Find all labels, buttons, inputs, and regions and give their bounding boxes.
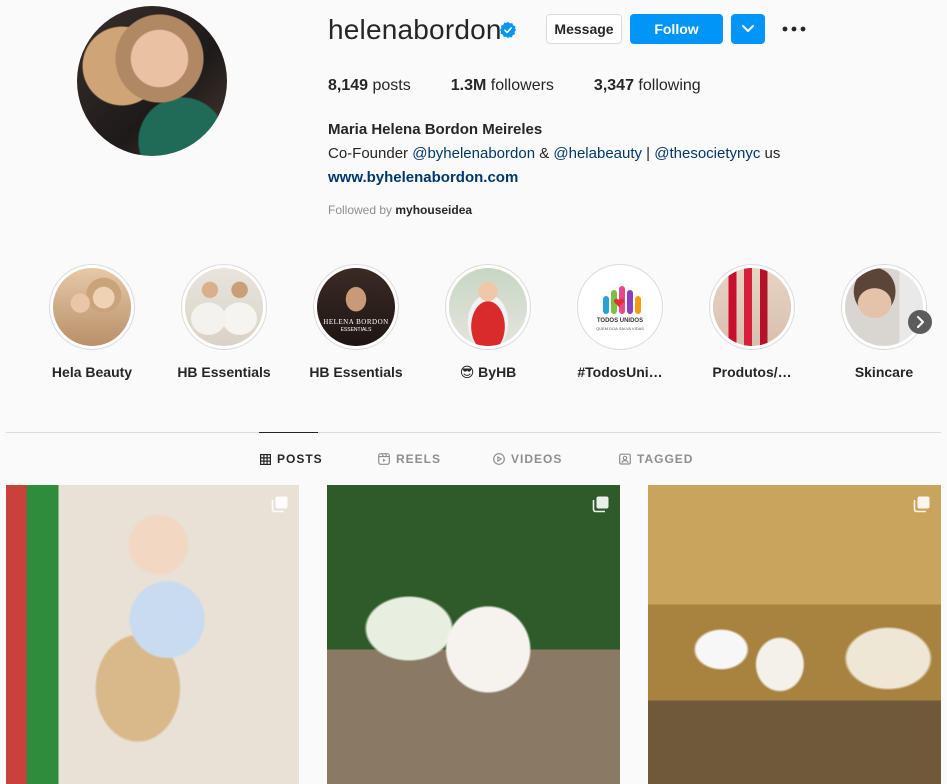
highlight-label: Produtos/… (712, 364, 792, 380)
profile-avatar[interactable] (77, 6, 227, 156)
carousel-icon (271, 496, 288, 513)
highlight-label: HB Essentials (177, 364, 271, 380)
highlight-cover (845, 268, 923, 346)
highlight-label: #TodosUni… (577, 364, 663, 380)
posts-count: 8,149 (328, 77, 369, 94)
highlight-ring (709, 264, 795, 350)
verified-badge-icon (499, 21, 517, 39)
more-options-icon (782, 26, 806, 32)
chevron-right-icon (917, 316, 924, 328)
tab-tagged[interactable]: TAGGED (619, 452, 693, 466)
tab-reels[interactable]: REELS (378, 452, 441, 466)
bio-separator: & (535, 145, 554, 162)
bio-mention-thesocietynyc[interactable]: @thesocietynyc (654, 145, 760, 162)
bio-separator: | (642, 145, 655, 162)
highlight-byhb[interactable]: 😎 ByHB (428, 264, 548, 381)
highlight-todos-unidos[interactable]: TODOS UNIDOS QUEM DOA SALVA VIDAS #Todos… (560, 264, 680, 380)
play-circle-icon (493, 453, 505, 465)
reels-icon (378, 453, 390, 465)
highlight-cover-brand-subtext: ESSENTIALS (340, 327, 372, 333)
highlight-hela-beauty[interactable]: Hela Beauty (32, 264, 152, 380)
highlight-cover-brand-text: HELENA BORDON (323, 318, 389, 326)
posts-label: posts (372, 77, 411, 94)
followers-label: followers (490, 77, 554, 94)
highlight-label: 😎 ByHB (459, 364, 517, 380)
highlight-label: Skincare (854, 364, 914, 380)
following-stat[interactable]: 3,347 following (594, 77, 701, 95)
highlight-cover (53, 268, 131, 346)
profile-stats: 8,149 posts 1.3M followers 3,347 followi… (328, 77, 741, 95)
highlight-ring (445, 264, 531, 350)
grid-icon (260, 453, 271, 465)
tab-label: VIDEOS (511, 452, 563, 466)
highlight-label: Hela Beauty (51, 364, 133, 380)
highlight-cover: TODOS UNIDOS QUEM DOA SALVA VIDAS (581, 268, 659, 346)
highlight-cover (449, 268, 527, 346)
posts-stat: 8,149 posts (328, 77, 411, 95)
highlight-ring: TODOS UNIDOS QUEM DOA SALVA VIDAS (577, 264, 663, 350)
follow-button[interactable]: Follow (630, 14, 723, 44)
tab-posts[interactable]: POSTS (260, 452, 323, 466)
highlight-cover-campaign-subtext: QUEM DOA SALVA VIDAS (596, 326, 644, 331)
bio-mention-helabeauty[interactable]: @helabeauty (553, 145, 642, 162)
bio-prefix: Co-Founder (328, 145, 413, 162)
tab-videos[interactable]: VIDEOS (493, 452, 562, 466)
highlight-produtos[interactable]: Produtos/… (692, 264, 812, 380)
hands-logo-icon (603, 286, 641, 314)
post-thumbnail[interactable] (327, 485, 620, 784)
message-button[interactable]: Message (546, 14, 622, 44)
profile-bio: Co-Founder @byhelenabordon & @helabeauty… (328, 145, 780, 162)
highlight-hb-essentials[interactable]: HB Essentials (164, 264, 284, 380)
highlight-ring (49, 264, 135, 350)
carousel-icon (913, 496, 930, 513)
tab-label: POSTS (277, 452, 323, 466)
followers-count: 1.3M (450, 77, 487, 94)
highlight-ring (181, 264, 267, 350)
highlight-hb-essentials-2[interactable]: HELENA BORDON ESSENTIALS HB Essentials (296, 264, 416, 380)
post-thumbnail[interactable] (6, 485, 299, 784)
highlight-cover: HELENA BORDON ESSENTIALS (317, 268, 395, 346)
suggested-dropdown-button[interactable] (731, 14, 765, 44)
tagged-user-icon (619, 453, 631, 465)
tabs-divider (6, 432, 941, 433)
bio-suffix: us (760, 145, 781, 162)
highlight-ring: HELENA BORDON ESSENTIALS (313, 264, 399, 350)
profile-full-name: Maria Helena Bordon Meireles (328, 121, 543, 138)
following-label: following (638, 77, 701, 94)
followers-stat[interactable]: 1.3M followers (451, 77, 554, 95)
profile-username: helenabordon (328, 14, 502, 45)
profile-website-link[interactable]: www.byhelenabordon.com (328, 169, 518, 186)
highlights-next-button[interactable] (908, 310, 932, 334)
post-thumbnail[interactable] (648, 485, 941, 784)
highlight-cover-campaign-text: TODOS UNIDOS (596, 318, 644, 324)
tab-label: REELS (396, 452, 442, 466)
followed-by-label: Followed by (328, 203, 393, 217)
highlight-cover (185, 268, 263, 346)
active-tab-indicator (259, 432, 318, 433)
carousel-icon (592, 496, 609, 513)
bio-mention-byhelenabordon[interactable]: @byhelenabordon (412, 145, 535, 162)
following-count: 3,347 (593, 77, 634, 94)
followed-by[interactable]: Followed by myhouseidea (328, 203, 472, 217)
highlight-ring (841, 264, 927, 350)
more-options-button[interactable] (781, 18, 807, 40)
followed-by-user: myhouseidea (395, 203, 473, 217)
chevron-down-icon (742, 25, 754, 32)
tab-label: TAGGED (637, 452, 694, 466)
highlight-label: HB Essentials (309, 364, 403, 380)
highlight-cover (713, 268, 791, 346)
